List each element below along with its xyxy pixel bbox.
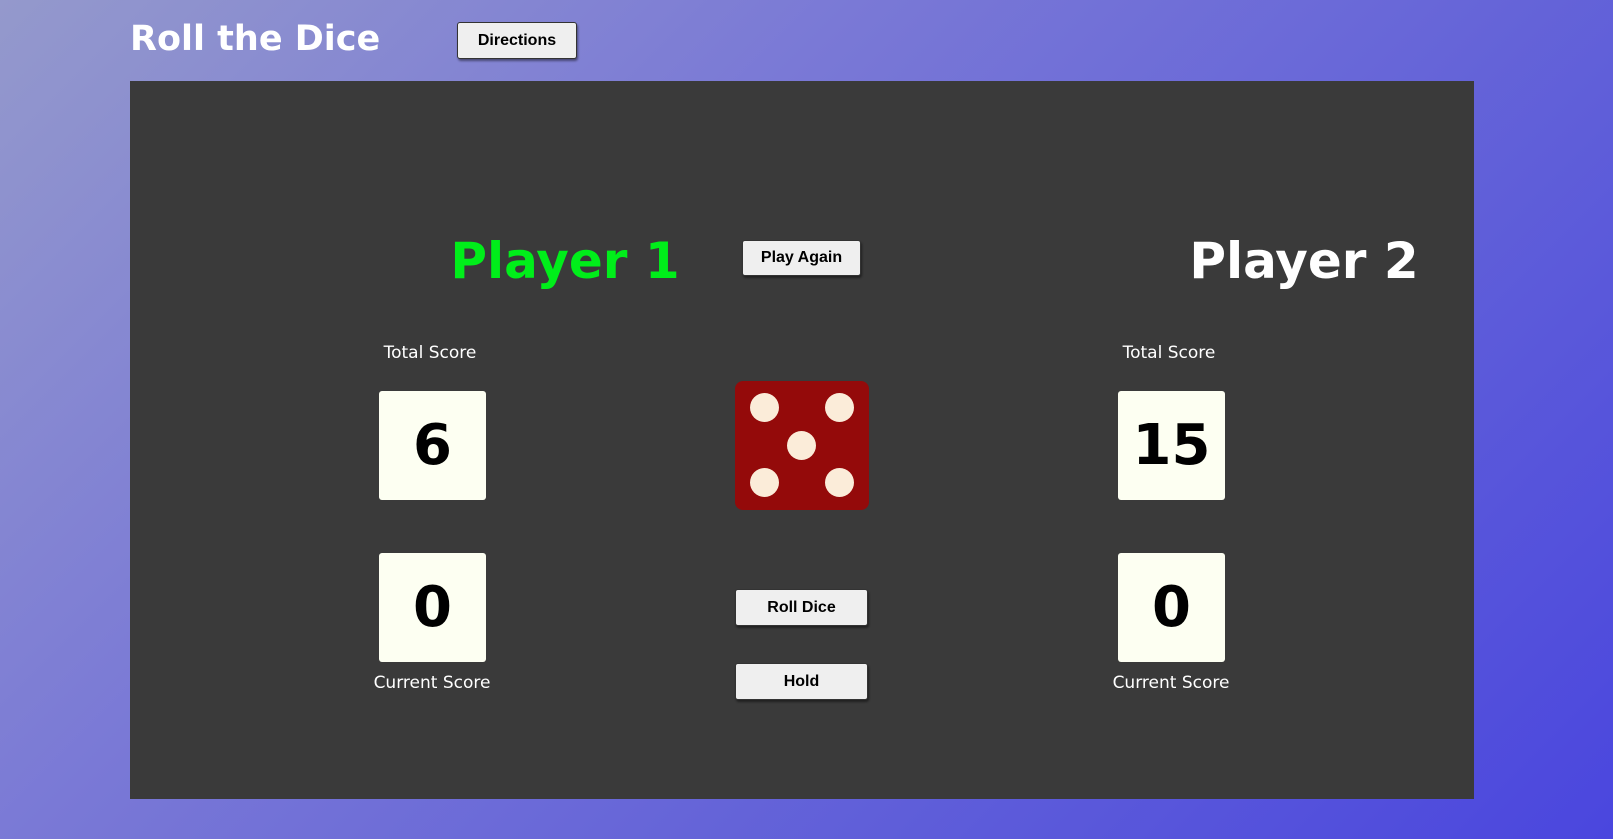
app-title: Roll the Dice [130, 19, 381, 59]
player-1-current-score-label: Current Score [373, 673, 491, 693]
hold-button[interactable]: Hold [735, 663, 868, 700]
player-2-current-score-label: Current Score [1112, 673, 1230, 693]
player-2-name: Player 2 [1189, 232, 1419, 290]
directions-button[interactable]: Directions [457, 22, 577, 59]
dice-five-icon [735, 381, 869, 510]
die-pip [750, 468, 779, 497]
game-board: Player 1 Player 2 Play Again Total Score… [130, 81, 1474, 799]
player-1-total-score-label: Total Score [383, 343, 477, 363]
player-2-total-score-label: Total Score [1122, 343, 1216, 363]
die-pip [787, 431, 816, 460]
die-pip [750, 393, 779, 422]
die-pip [825, 468, 854, 497]
roll-dice-button[interactable]: Roll Dice [735, 589, 868, 626]
play-again-button[interactable]: Play Again [742, 240, 861, 276]
player-2-current-score: 0 [1118, 553, 1225, 662]
player-1-total-score: 6 [379, 391, 486, 500]
player-2-total-score: 15 [1118, 391, 1225, 500]
player-1-name: Player 1 [450, 232, 680, 290]
die-pip [825, 393, 854, 422]
player-1-current-score: 0 [379, 553, 486, 662]
